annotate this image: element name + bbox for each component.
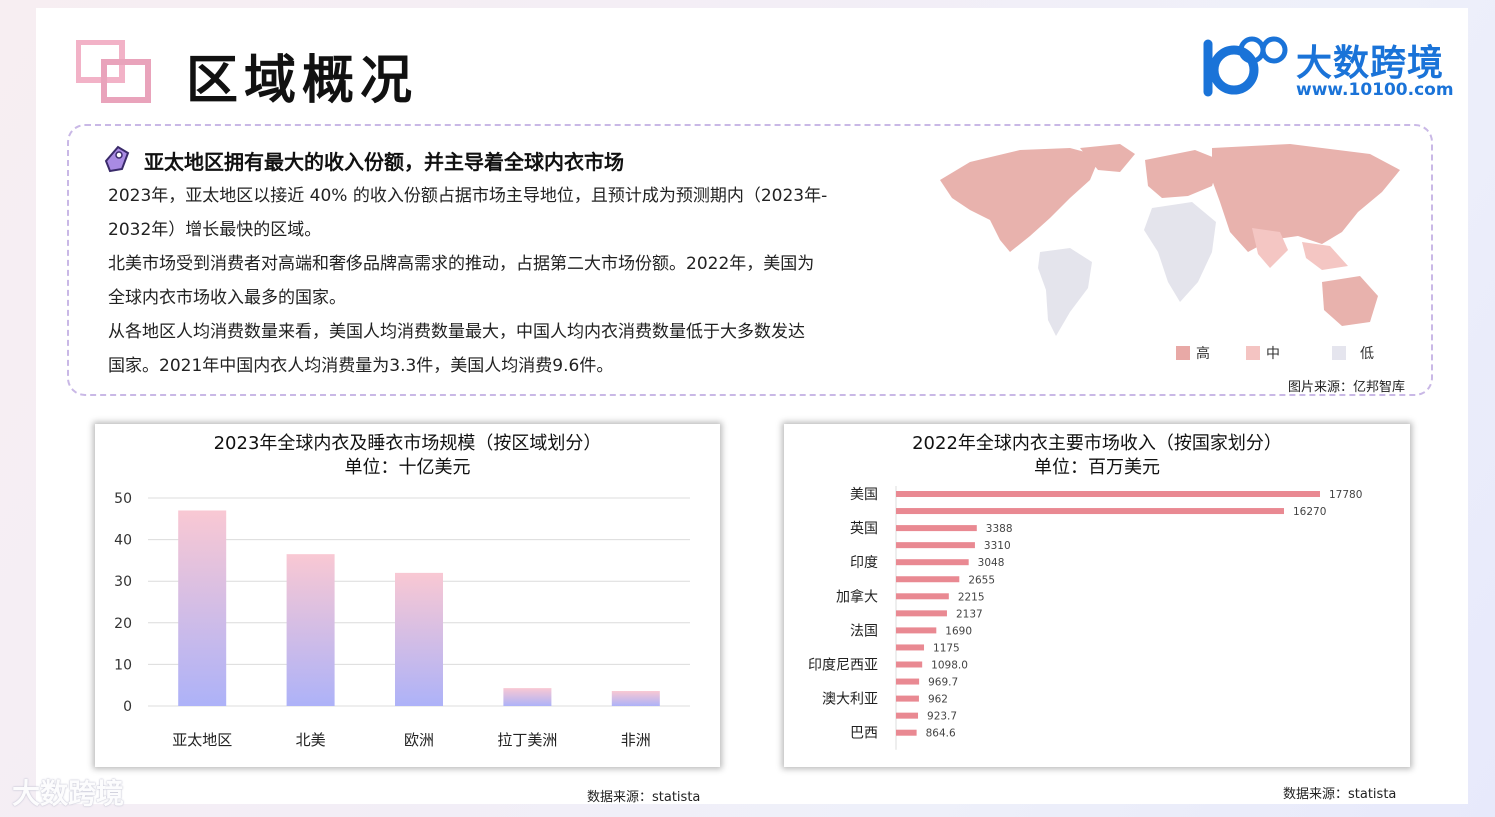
bar	[896, 610, 947, 617]
map-north-america	[940, 148, 1100, 252]
bar	[178, 510, 227, 706]
y-tick-label: 英国	[850, 520, 878, 537]
page-title: 区域概况	[186, 51, 419, 111]
y-tick-label: 50	[114, 491, 132, 507]
bar	[896, 695, 919, 702]
map-legend-low: 低	[1332, 343, 1374, 363]
bar	[611, 691, 660, 706]
map-europe	[1145, 150, 1220, 198]
map-legend-mid: 中	[1246, 343, 1280, 363]
legend-label: 高	[1196, 346, 1210, 362]
y-tick-label: 法国	[850, 623, 878, 639]
x-tick-label: 北美	[296, 731, 326, 749]
location-tag-icon	[104, 145, 130, 173]
y-tick-label: 印度	[850, 555, 878, 571]
y-tick-label: 巴西	[850, 726, 878, 742]
map-australia	[1322, 276, 1378, 326]
data-label: 17780	[1329, 489, 1362, 501]
data-label: 16270	[1293, 506, 1326, 518]
bar	[395, 572, 443, 706]
data-label: 2215	[958, 591, 985, 603]
data-label: 969.7	[928, 677, 958, 689]
y-tick-label: 加拿大	[836, 588, 878, 605]
bar	[896, 644, 925, 651]
chart-source: 数据来源：statista	[587, 790, 701, 805]
map-africa	[1144, 202, 1216, 302]
bar	[896, 712, 919, 719]
watermark: 大数跨境	[12, 777, 125, 810]
bar	[896, 627, 937, 634]
legend-swatch	[1176, 346, 1190, 360]
chart-source: 数据来源：statista	[1283, 787, 1397, 802]
summary-line: 国家。2021年中国内衣人均消费量为3.3件，美国人均消费9.6件。	[108, 356, 614, 376]
summary-line: 2023年，亚太地区以接近 40% 的收入份额占据市场主导地位，且预计成为预测期…	[108, 186, 828, 206]
data-label: 3310	[984, 540, 1011, 552]
summary-line: 全球内衣市场收入最多的国家。	[108, 288, 346, 308]
data-label: 2137	[956, 608, 983, 620]
world-map	[940, 144, 1400, 336]
y-tick-label: 30	[114, 574, 132, 590]
brand-logo: 大数跨境 www.10100.com	[1200, 30, 1460, 102]
y-tick-label: 20	[114, 616, 132, 632]
bar	[896, 525, 977, 532]
data-label: 1098.0	[931, 660, 968, 672]
data-label: 923.7	[927, 711, 957, 723]
y-tick-label: 澳大利亚	[822, 692, 878, 708]
bar	[896, 508, 1284, 515]
chart-panel-region: 2023年全球内衣及睡衣市场规模（按区域划分） 单位：十亿美元 0 10 20 30 4…	[95, 424, 720, 767]
map-south-america	[1038, 248, 1092, 336]
bar	[896, 542, 975, 549]
bar	[896, 576, 960, 583]
data-label: 3388	[986, 523, 1013, 535]
region-bar-chart: 0 10 20 30 40 50 亚太地区 北美 欧洲 拉丁美洲 非洲	[114, 491, 690, 749]
map-southeast-asia	[1302, 242, 1348, 270]
bar	[896, 678, 920, 685]
summary-line: 北美市场受到消费者对高端和奢侈品牌高需求的推动，占据第二大市场份额。2022年，…	[108, 254, 815, 274]
brand-logo-icon	[1203, 36, 1288, 97]
bar	[896, 559, 969, 566]
data-label: 962	[928, 694, 948, 706]
data-label: 2655	[968, 574, 995, 586]
x-tick-label: 拉丁美洲	[497, 731, 557, 749]
section-icon	[76, 40, 151, 103]
bar	[896, 661, 923, 668]
y-tick-label: 印度尼西亚	[808, 658, 878, 674]
y-tick-label: 10	[114, 657, 132, 673]
x-tick-label: 亚太地区	[172, 731, 232, 749]
data-label: 1690	[945, 625, 972, 637]
bar	[896, 491, 1320, 497]
summary-line: 从各地区人均消费数量来看，美国人均消费数量最大，中国人均内衣消费数量低于大多数发…	[108, 322, 805, 342]
bar	[286, 554, 335, 706]
data-label: 864.6	[926, 728, 956, 740]
legend-swatch	[1332, 346, 1346, 360]
map-legend-high: 高	[1176, 343, 1210, 363]
y-tick-label: 40	[114, 533, 132, 549]
legend-swatch	[1246, 346, 1260, 360]
data-label: 3048	[978, 557, 1005, 569]
data-label: 1175	[933, 642, 960, 654]
x-tick-label: 非洲	[621, 731, 651, 749]
legend-label: 中	[1266, 346, 1280, 362]
map-source: 图片来源：亿邦智库	[1288, 380, 1406, 395]
y-tick-label: 美国	[850, 487, 878, 503]
legend-label: 低	[1360, 346, 1374, 362]
map-asia	[1212, 144, 1400, 252]
bar	[896, 729, 917, 736]
summary-line: 2032年）增长最快的区域。	[108, 220, 322, 240]
brand-name: 大数跨境	[1296, 43, 1445, 84]
bar	[896, 593, 949, 600]
bar	[503, 688, 552, 706]
brand-url: www.10100.com	[1296, 80, 1454, 100]
y-tick-label: 0	[123, 699, 132, 715]
chart-panel-country: 2022年全球内衣主要市场收入（按国家划分） 单位：百万美元 17780 1627…	[784, 424, 1410, 767]
summary-heading: 亚太地区拥有最大的收入份额，并主导着全球内衣市场	[144, 150, 624, 174]
country-bar-chart: 1778016270 3388 3310 3048 2655 2215 2137 1690 11…	[808, 486, 1362, 750]
x-tick-label: 欧洲	[404, 731, 434, 749]
